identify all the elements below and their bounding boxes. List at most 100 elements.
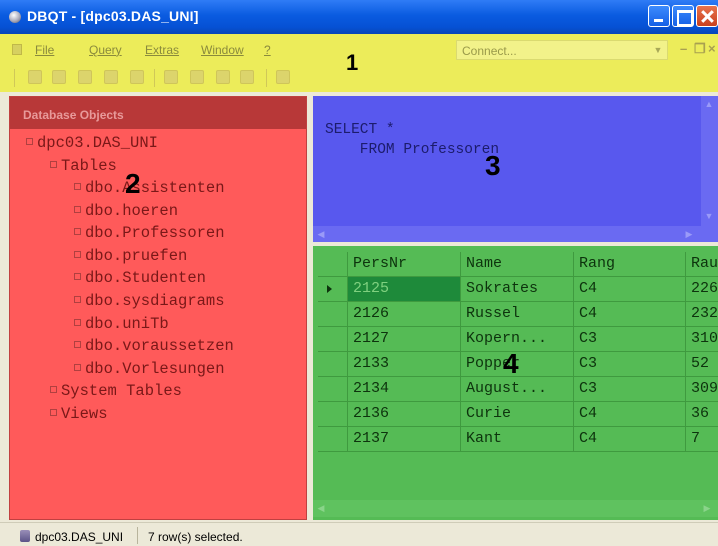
table-cell[interactable]: 2126 — [348, 302, 461, 327]
scroll-up-icon[interactable]: ▲ — [701, 96, 717, 112]
menu-file[interactable]: File — [35, 43, 54, 57]
collapse-icon[interactable] — [50, 161, 57, 168]
table-cell[interactable]: 36 — [686, 402, 718, 427]
grid-corner[interactable] — [318, 252, 348, 277]
table-cell[interactable]: Kant — [461, 427, 574, 452]
tree-node-table[interactable]: dbo.voraussetzen — [74, 337, 234, 355]
tree-node-table[interactable]: dbo.sysdiagrams — [74, 292, 225, 310]
tree-node-table[interactable]: dbo.uniTb — [74, 315, 169, 333]
sql-text[interactable]: SELECT * FROM Professoren — [325, 120, 499, 160]
query-editor[interactable]: SELECT * FROM Professoren ▲ ▼ ◀ ▶ — [313, 96, 718, 242]
paste-icon[interactable] — [104, 70, 118, 84]
cut-icon[interactable] — [52, 70, 66, 84]
table-cell[interactable]: C3 — [574, 327, 686, 352]
check-syntax-icon[interactable] — [216, 70, 230, 84]
table-cell[interactable]: 309 — [686, 377, 718, 402]
mdi-close-button[interactable]: × — [708, 41, 716, 56]
table-cell[interactable]: 310 — [686, 327, 718, 352]
tree-node-views[interactable]: Views — [50, 405, 108, 423]
table-cell[interactable]: 7 — [686, 427, 718, 452]
mdi-restore-button[interactable]: ❐ — [694, 41, 706, 57]
expand-icon[interactable] — [74, 273, 81, 280]
menu-window[interactable]: Window — [201, 43, 244, 57]
tree-node-table[interactable]: dbo.Assistenten — [74, 179, 225, 197]
expand-icon[interactable] — [50, 386, 57, 393]
maximize-button[interactable] — [672, 5, 694, 27]
table-cell[interactable]: August... — [461, 377, 574, 402]
row-header[interactable] — [318, 377, 348, 402]
scroll-right-icon[interactable]: ▶ — [699, 500, 715, 516]
tree-node-table[interactable]: dbo.Studenten — [74, 269, 206, 287]
table-cell[interactable]: C4 — [574, 302, 686, 327]
minimize-button[interactable] — [648, 5, 670, 27]
copy-icon[interactable] — [78, 70, 92, 84]
tree-node-label: Views — [61, 405, 108, 423]
table-cell[interactable]: 2134 — [348, 377, 461, 402]
open-folder-icon[interactable] — [164, 70, 178, 84]
scroll-left-icon[interactable]: ◀ — [313, 226, 329, 242]
scroll-left-icon[interactable]: ◀ — [313, 500, 329, 516]
table-cell[interactable]: 2125 — [348, 277, 461, 302]
row-header[interactable] — [318, 302, 348, 327]
expand-icon[interactable] — [74, 183, 81, 190]
expand-icon[interactable] — [74, 319, 81, 326]
tree-node-system-tables[interactable]: System Tables — [50, 382, 182, 400]
mdi-minimize-button[interactable]: – — [680, 41, 687, 56]
row-header[interactable] — [318, 277, 348, 302]
close-button[interactable] — [696, 5, 718, 27]
editor-vertical-scrollbar[interactable]: ▲ ▼ — [701, 96, 718, 226]
table-cell[interactable]: C4 — [574, 277, 686, 302]
table-cell[interactable]: 52 — [686, 352, 718, 377]
title-bar[interactable]: DBQT - [dpc03.DAS_UNI] — [0, 0, 718, 34]
print-icon[interactable] — [130, 70, 144, 84]
table-cell[interactable]: 2133 — [348, 352, 461, 377]
menu-extras[interactable]: Extras — [145, 43, 179, 57]
editor-horizontal-scrollbar[interactable]: ◀ ▶ — [313, 226, 718, 242]
stop-icon[interactable] — [276, 70, 290, 84]
table-cell[interactable]: C3 — [574, 352, 686, 377]
row-header[interactable] — [318, 327, 348, 352]
row-header[interactable] — [318, 352, 348, 377]
tree-node-table[interactable]: dbo.Vorlesungen — [74, 360, 225, 378]
table-cell[interactable]: 232 — [686, 302, 718, 327]
grid-horizontal-scrollbar[interactable]: ◀ ▶ — [313, 500, 718, 517]
tree-node-tables[interactable]: Tables — [50, 157, 117, 175]
table-cell[interactable]: Sokrates — [461, 277, 574, 302]
table-cell[interactable]: 226 — [686, 277, 718, 302]
scroll-right-icon[interactable]: ▶ — [681, 226, 697, 242]
table-cell[interactable]: C3 — [574, 377, 686, 402]
row-header[interactable] — [318, 402, 348, 427]
column-header[interactable]: Name — [461, 252, 574, 277]
new-query-icon[interactable] — [28, 70, 42, 84]
expand-icon[interactable] — [74, 251, 81, 258]
scroll-down-icon[interactable]: ▼ — [701, 208, 717, 224]
expand-icon[interactable] — [74, 296, 81, 303]
column-header[interactable]: Rang — [574, 252, 686, 277]
column-header[interactable]: PersNr — [348, 252, 461, 277]
table-cell[interactable]: 2127 — [348, 327, 461, 352]
run-icon[interactable] — [240, 70, 254, 84]
expand-icon[interactable] — [74, 341, 81, 348]
expand-icon[interactable] — [74, 228, 81, 235]
table-cell[interactable]: C4 — [574, 427, 686, 452]
table-cell[interactable]: 2136 — [348, 402, 461, 427]
save-icon[interactable] — [190, 70, 204, 84]
column-header[interactable]: Rau — [686, 252, 718, 277]
tree-node-table[interactable]: dbo.Professoren — [74, 224, 225, 242]
table-cell[interactable]: 2137 — [348, 427, 461, 452]
tree-node-database[interactable]: dpc03.DAS_UNI — [26, 134, 158, 152]
expand-icon[interactable] — [50, 409, 57, 416]
row-header[interactable] — [318, 427, 348, 452]
tree-node-table[interactable]: dbo.hoeren — [74, 202, 178, 220]
table-cell[interactable]: C4 — [574, 402, 686, 427]
menu-query[interactable]: Query — [89, 43, 122, 57]
expand-icon[interactable] — [74, 364, 81, 371]
table-cell[interactable]: Russel — [461, 302, 574, 327]
tree-node-table[interactable]: dbo.pruefen — [74, 247, 187, 265]
table-cell[interactable]: Curie — [461, 402, 574, 427]
expand-icon[interactable] — [74, 206, 81, 213]
chevron-down-icon[interactable]: ▼ — [651, 43, 665, 57]
collapse-icon[interactable] — [26, 138, 33, 145]
connect-dropdown[interactable]: Connect... ▼ — [456, 40, 668, 60]
menu-help[interactable]: ? — [264, 43, 271, 57]
